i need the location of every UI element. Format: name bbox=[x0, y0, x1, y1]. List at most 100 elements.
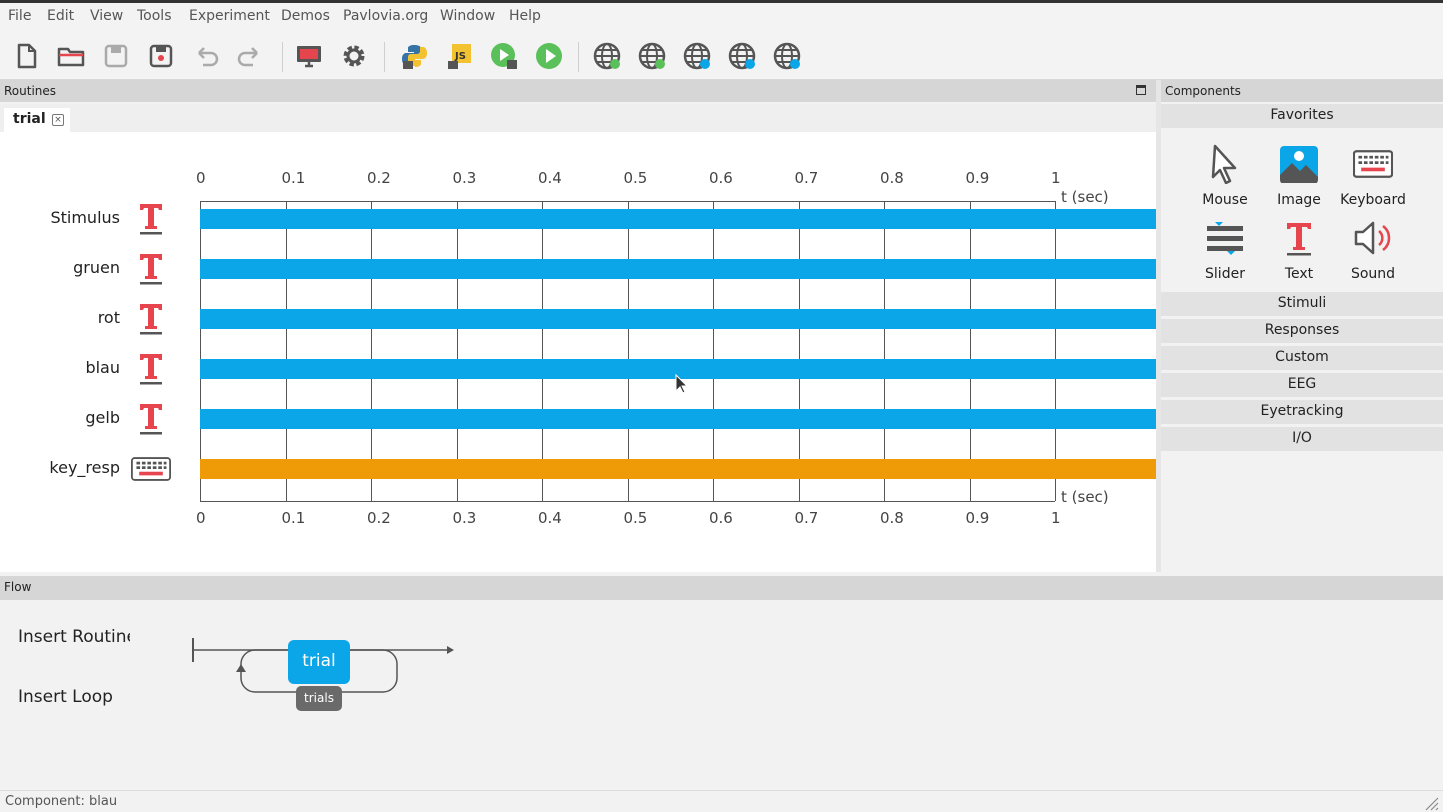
time-gridline bbox=[884, 201, 885, 501]
routine-tabs: trial × bbox=[0, 104, 1156, 132]
keyboard-icon bbox=[1353, 144, 1393, 184]
text-icon[interactable] bbox=[131, 349, 171, 389]
text-icon[interactable] bbox=[131, 299, 171, 339]
text-icon[interactable] bbox=[131, 249, 171, 289]
category-eyetracking[interactable]: Eyetracking bbox=[1161, 400, 1443, 424]
menu-experiment[interactable]: Experiment bbox=[189, 8, 270, 24]
component-name[interactable]: Stimulus bbox=[0, 208, 120, 227]
pavlovia-info-button[interactable] bbox=[725, 39, 759, 73]
component-name[interactable]: rot bbox=[0, 308, 120, 327]
component-name[interactable]: blau bbox=[0, 358, 120, 377]
pavlovia-user-button[interactable] bbox=[770, 39, 804, 73]
component-bar[interactable] bbox=[200, 409, 1156, 429]
menu-demos[interactable]: Demos bbox=[281, 8, 330, 24]
component-name[interactable]: gelb bbox=[0, 408, 120, 427]
component-image[interactable]: Image bbox=[1264, 144, 1334, 214]
time-tick-label: 0 bbox=[196, 509, 206, 527]
pavlovia-search-button[interactable] bbox=[635, 39, 669, 73]
component-name[interactable]: gruen bbox=[0, 258, 120, 277]
menu-tools[interactable]: Tools bbox=[137, 8, 172, 24]
menu-view[interactable]: View bbox=[90, 8, 123, 24]
tab-label: trial bbox=[13, 111, 46, 127]
run-pilot-button[interactable] bbox=[487, 39, 521, 73]
flow-header: Flow bbox=[0, 576, 1443, 600]
compile-python-button[interactable] bbox=[397, 39, 431, 73]
close-tab-icon[interactable]: × bbox=[52, 114, 64, 126]
maximize-panel-icon[interactable] bbox=[1136, 85, 1146, 95]
flow-loop-label: trials bbox=[304, 691, 334, 705]
undo-button[interactable] bbox=[189, 39, 223, 73]
time-gridline bbox=[627, 201, 629, 501]
save-as-button[interactable] bbox=[144, 39, 178, 73]
category-responses[interactable]: Responses bbox=[1161, 319, 1443, 343]
time-tick-label: 1 bbox=[1051, 509, 1061, 527]
open-file-button[interactable] bbox=[54, 39, 88, 73]
time-gridline bbox=[371, 201, 372, 501]
javascript-icon: JS bbox=[448, 44, 471, 69]
resize-grip-icon[interactable] bbox=[1421, 793, 1439, 811]
keyboard-icon[interactable] bbox=[131, 449, 171, 489]
insert-loop-button[interactable]: Insert Loop bbox=[18, 687, 130, 707]
compile-js-button[interactable]: JS bbox=[442, 39, 476, 73]
menu-edit[interactable]: Edit bbox=[47, 8, 74, 24]
menu-window[interactable]: Window bbox=[440, 8, 495, 24]
pavlovia-sync-button[interactable] bbox=[590, 39, 624, 73]
menu-pavlovia[interactable]: Pavlovia.org bbox=[343, 8, 428, 24]
tab-trial[interactable]: trial × bbox=[4, 108, 70, 132]
flow-title: Flow bbox=[4, 580, 32, 594]
component-text[interactable]: Text bbox=[1264, 218, 1334, 288]
insert-routine-button[interactable]: Insert Routine bbox=[18, 627, 130, 647]
time-tick-label: 0.6 bbox=[709, 169, 733, 187]
category-io[interactable]: I/O bbox=[1161, 427, 1443, 451]
component-bar[interactable] bbox=[200, 459, 1156, 479]
redo-button[interactable] bbox=[233, 39, 267, 73]
text-icon[interactable] bbox=[131, 199, 171, 239]
time-tick-label: 0.9 bbox=[965, 169, 990, 187]
status-text: Component: blau bbox=[5, 794, 118, 809]
routines-header: Routines bbox=[0, 80, 1156, 102]
pavlovia-project-button[interactable] bbox=[680, 39, 714, 73]
component-sound[interactable]: Sound bbox=[1338, 218, 1408, 288]
flow-end-arrow bbox=[447, 646, 454, 654]
component-slider[interactable]: Slider bbox=[1190, 218, 1260, 288]
component-bar[interactable] bbox=[200, 259, 1156, 279]
category-stimuli[interactable]: Stimuli bbox=[1161, 292, 1443, 316]
menu-help[interactable]: Help bbox=[509, 8, 541, 24]
components-panel: Favorites Mouse Image Keyboard Slider Te… bbox=[1161, 104, 1443, 572]
component-keyboard[interactable]: Keyboard bbox=[1338, 144, 1408, 214]
time-tick-label: 0.3 bbox=[452, 509, 477, 527]
category-favorites[interactable]: Favorites bbox=[1161, 104, 1443, 128]
toolbar-separator bbox=[384, 42, 385, 72]
text-icon[interactable] bbox=[131, 399, 171, 439]
time-tick-label: 0.8 bbox=[880, 169, 904, 187]
time-gridline bbox=[200, 201, 201, 501]
time-tick-label: 0.9 bbox=[965, 509, 990, 527]
run-button[interactable] bbox=[532, 39, 566, 73]
toolbar-separator bbox=[578, 42, 579, 72]
time-tick-label: 0.4 bbox=[538, 509, 562, 527]
time-tick-label: 0.7 bbox=[794, 509, 819, 527]
component-bar[interactable] bbox=[200, 209, 1156, 229]
globe-user-icon bbox=[773, 42, 801, 70]
save-button[interactable] bbox=[99, 39, 133, 73]
globe-sync-icon bbox=[593, 42, 621, 70]
new-file-button[interactable] bbox=[9, 39, 43, 73]
menu-file[interactable]: File bbox=[8, 8, 31, 24]
component-label: Slider bbox=[1205, 266, 1245, 282]
component-name[interactable]: key_resp bbox=[0, 458, 120, 477]
monitor-center-button[interactable] bbox=[292, 39, 326, 73]
component-label: Sound bbox=[1350, 266, 1396, 282]
time-tick-label: 0.1 bbox=[281, 509, 306, 527]
component-mouse[interactable]: Mouse bbox=[1190, 144, 1260, 214]
component-bar[interactable] bbox=[200, 309, 1156, 329]
open-folder-icon bbox=[57, 47, 85, 67]
flow-loop-trials[interactable]: trials bbox=[296, 686, 342, 711]
bottom-axis-line bbox=[200, 501, 1055, 502]
toolbar: JS bbox=[0, 32, 1443, 80]
svg-text:JS: JS bbox=[454, 51, 466, 62]
category-custom[interactable]: Custom bbox=[1161, 346, 1443, 370]
time-gridline bbox=[456, 201, 458, 501]
experiment-settings-button[interactable] bbox=[337, 39, 371, 73]
category-eeg[interactable]: EEG bbox=[1161, 373, 1443, 397]
flow-routine-trial[interactable]: trial bbox=[288, 640, 350, 684]
